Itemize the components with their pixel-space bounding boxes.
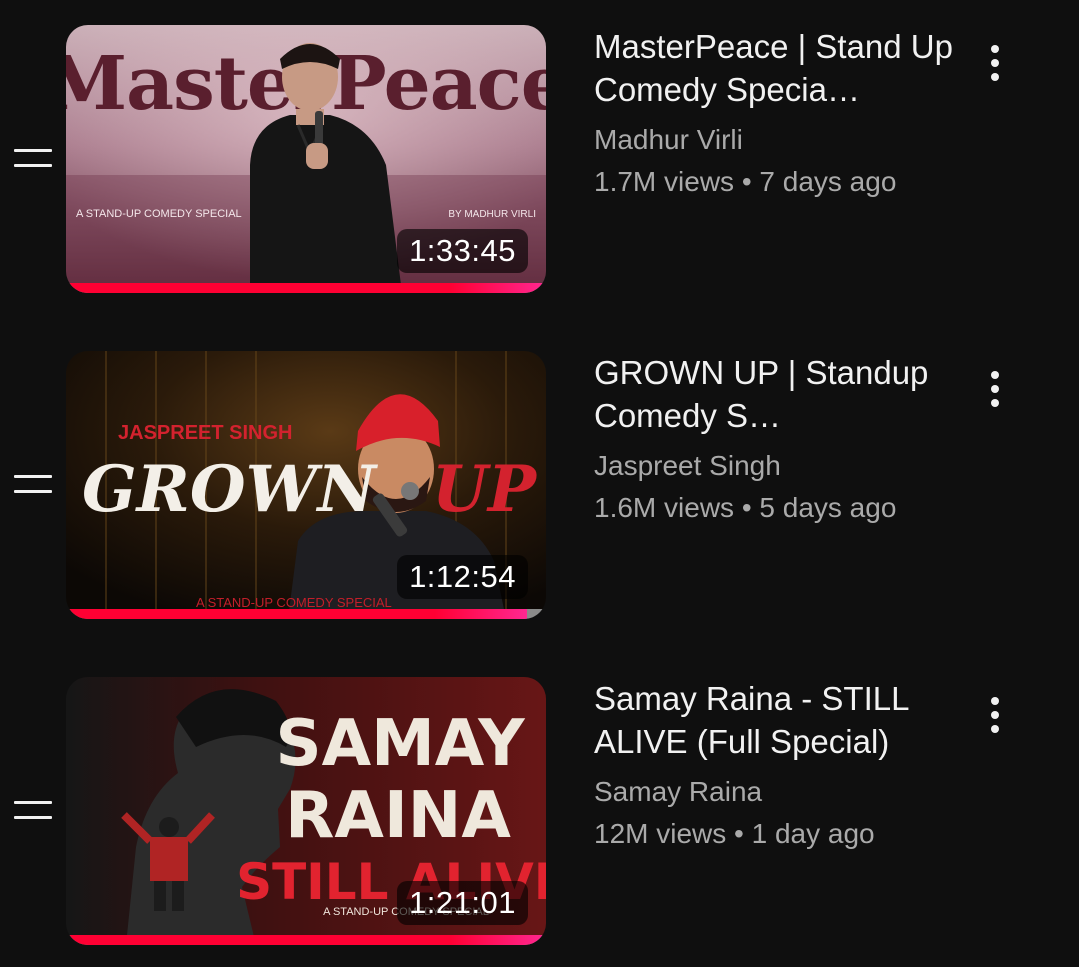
thumbnail-line2: RAINA: [285, 779, 511, 853]
playlist-item[interactable]: SAMAY RAINA STILL ALIVE A STAND-UP COMED…: [0, 677, 1079, 947]
video-title[interactable]: Samay Raina - STILL ALIVE (Full Special): [594, 677, 954, 763]
watch-progress-bar: [66, 283, 546, 293]
video-duration: 1:12:54: [397, 555, 528, 599]
watch-progress-bar: [66, 609, 546, 619]
video-thumbnail[interactable]: JASPREET SINGH GROWN UP A STAND-UP COMED…: [66, 351, 546, 619]
watch-progress-fill: [66, 283, 546, 293]
drag-handle-icon[interactable]: [14, 472, 52, 498]
video-stats: 1.7M views • 7 days ago: [594, 166, 897, 197]
playlist-item[interactable]: JASPREET SINGH GROWN UP A STAND-UP COMED…: [0, 351, 1079, 621]
more-vert-icon[interactable]: [978, 39, 1014, 89]
video-title[interactable]: MasterPeace | Stand Up Comedy Specia…: [594, 25, 954, 111]
video-thumbnail[interactable]: SAMAY RAINA STILL ALIVE A STAND-UP COMED…: [66, 677, 546, 945]
more-vert-icon[interactable]: [978, 691, 1014, 741]
video-thumbnail[interactable]: MasterPeace A STAND-UP COMEDY SPECIAL BY…: [66, 25, 546, 293]
thumbnail-tagline: A STAND-UP COMEDY SPECIAL: [196, 595, 392, 610]
channel-name[interactable]: Jaspreet Singh: [594, 445, 954, 487]
drag-handle-icon[interactable]: [14, 146, 52, 172]
video-duration: 1:21:01: [397, 881, 528, 925]
thumbnail-headline-b: UP: [432, 452, 538, 527]
video-duration: 1:33:45: [397, 229, 528, 273]
video-title[interactable]: GROWN UP | Standup Comedy S…: [594, 351, 954, 437]
thumbnail-tagline: A STAND-UP COMEDY SPECIAL: [76, 208, 242, 220]
watch-progress-fill: [66, 935, 546, 945]
thumbnail-credit: BY MADHUR VIRLI: [448, 209, 536, 220]
video-metadata: Samay Raina - STILL ALIVE (Full Special)…: [594, 677, 954, 855]
video-metadata: MasterPeace | Stand Up Comedy Specia… Ma…: [594, 25, 954, 203]
video-stats: 1.6M views • 5 days ago: [594, 492, 897, 523]
watch-progress-fill: [66, 609, 527, 619]
channel-name[interactable]: Samay Raina: [594, 771, 954, 813]
video-metadata: GROWN UP | Standup Comedy S… Jaspreet Si…: [594, 351, 954, 529]
playlist-item[interactable]: MasterPeace A STAND-UP COMEDY SPECIAL BY…: [0, 25, 1079, 295]
channel-name[interactable]: Madhur Virli: [594, 119, 954, 161]
thumbnail-line1: SAMAY: [275, 707, 525, 781]
thumbnail-performer-name: JASPREET SINGH: [118, 422, 292, 444]
playlist-video-list: MasterPeace A STAND-UP COMEDY SPECIAL BY…: [0, 0, 1079, 967]
watch-progress-bar: [66, 935, 546, 945]
video-stats: 12M views • 1 day ago: [594, 818, 875, 849]
more-vert-icon[interactable]: [978, 365, 1014, 415]
thumbnail-headline-a: GROWN: [82, 452, 378, 527]
drag-handle-icon[interactable]: [14, 798, 52, 824]
